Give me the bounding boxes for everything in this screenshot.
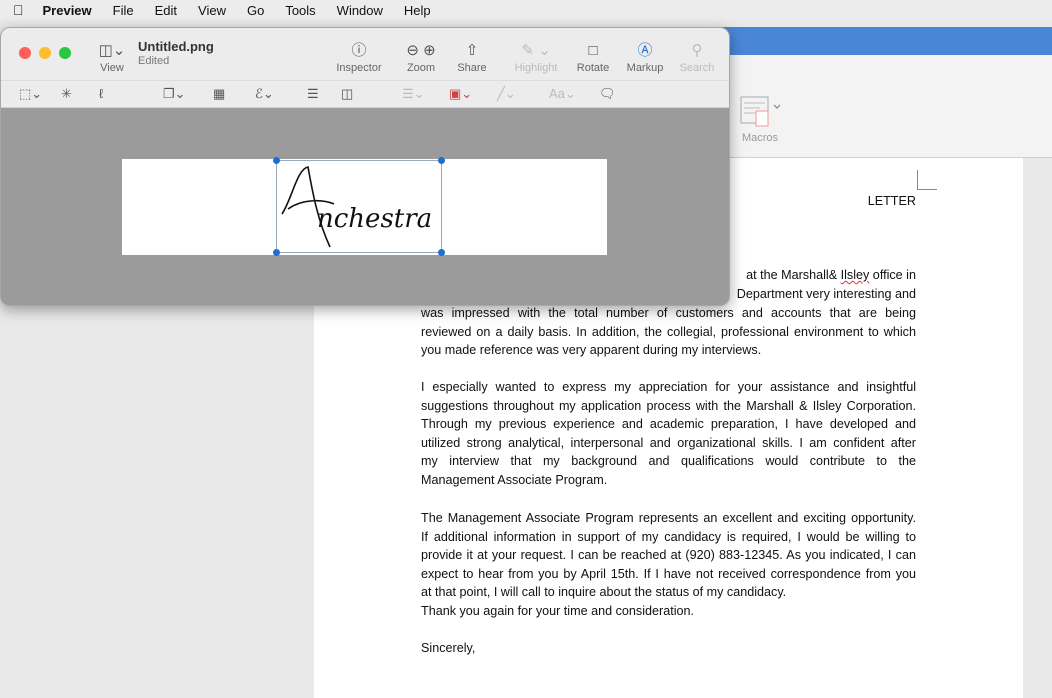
doc-line: Department very interesting and [736, 286, 916, 301]
doc-heading: LETTER [867, 194, 916, 208]
annotate-icon[interactable]: 🗨 [599, 86, 616, 102]
markup-label: Markup [626, 62, 664, 74]
document-status: Edited [138, 55, 170, 67]
menu-bar:  Preview File Edit View Go Tools Window… [0, 0, 1052, 20]
doc-line: at the Marshall& Ilsley office in [746, 268, 916, 282]
margin-corner-mark [917, 170, 937, 190]
doc-line: Management Associate Program. [421, 472, 608, 487]
sketch-icon[interactable]: ℓ [99, 86, 103, 101]
menu-tools[interactable]: Tools [285, 3, 315, 18]
doc-line: provide it at your request. I can be rea… [421, 548, 916, 562]
text-style-icon[interactable]: Aa⌄ [549, 86, 576, 102]
doc-line: my interview that my background and qual… [421, 454, 916, 468]
paragraph-2: I especially wanted to express my apprec… [421, 378, 916, 489]
doc-line: I especially wanted to express my apprec… [421, 380, 916, 394]
doc-line: Through my previous experience and acade… [421, 417, 916, 431]
instant-alpha-icon[interactable]: ✳ [61, 86, 72, 102]
info-icon: ⓘ [351, 42, 367, 59]
inspector-label: Inspector [336, 62, 382, 74]
doc-line: The Management Associate Program represe… [421, 511, 916, 525]
markup-toolbar: ⬚⌄ ✳ ℓ ❐⌄ ▦ ℰ⌄ ☰ ◫ ☰⌄ ▣⌄ ╱⌄ Aa⌄ 🗨 [1, 80, 729, 108]
closing: Sincerely, [421, 641, 476, 655]
markup-button[interactable]: Ⓐ Markup [623, 40, 667, 74]
resize-handle[interactable] [273, 157, 280, 164]
menu-help[interactable]: Help [404, 3, 431, 18]
border-color-icon[interactable]: ▣⌄ [449, 86, 472, 102]
highlight-label: Highlight [514, 62, 558, 74]
doc-line: If additional information in support of … [421, 529, 916, 544]
fullscreen-button[interactable] [59, 47, 71, 59]
fill-color-icon[interactable]: ╱⌄ [497, 86, 516, 102]
highlight-button[interactable]: ✎ ⌄ Highlight [510, 40, 562, 74]
rotate-icon: □ [588, 42, 598, 59]
view-button[interactable]: ◫⌄ View [95, 40, 129, 74]
macros-button[interactable]: Macros [740, 95, 781, 144]
share-button[interactable]: ⇧ Share [454, 40, 490, 74]
markup-icon: Ⓐ [637, 42, 653, 59]
rotate-button[interactable]: □ Rotate [575, 40, 611, 74]
highlight-icon: ✎ ⌄ [521, 42, 551, 59]
search-icon: ⚲ [691, 42, 703, 59]
paragraph-3: The Management Associate Program represe… [421, 509, 916, 620]
word-ribbon: Macros [720, 55, 1052, 158]
resize-handle[interactable] [438, 249, 445, 256]
resize-handle[interactable] [273, 249, 280, 256]
inspector-button[interactable]: ⓘ Inspector [333, 40, 385, 74]
macros-icon [740, 96, 781, 127]
menu-edit[interactable]: Edit [155, 3, 177, 18]
share-icon: ⇧ [465, 42, 479, 59]
preview-toolbar: ◫⌄ View Untitled.png Edited ⓘ Inspector ⊖ … [1, 28, 729, 108]
apple-menu-icon[interactable]:  [13, 2, 24, 18]
doc-line: reviewed on a daily basis. In addition, … [421, 324, 916, 339]
sign-icon[interactable]: ℰ⌄ [255, 86, 274, 102]
resize-handle[interactable] [438, 157, 445, 164]
view-label: View [100, 62, 124, 74]
zoom-icons: ⊖ ⊕ [406, 42, 436, 59]
page-layout-icon[interactable]: ◫ [341, 86, 353, 102]
rotate-label: Rotate [576, 62, 610, 74]
menu-go[interactable]: Go [247, 3, 264, 18]
doc-line: was impressed with the total number of c… [421, 306, 916, 320]
close-button[interactable] [19, 47, 31, 59]
menu-view[interactable]: View [198, 3, 226, 18]
selection-tool-icon[interactable]: ⬚⌄ [19, 86, 42, 102]
doc-line: suggestions throughout my application pr… [421, 398, 916, 413]
minimize-button[interactable] [39, 47, 51, 59]
shapes-icon[interactable]: ❐⌄ [163, 86, 186, 102]
menu-window[interactable]: Window [337, 3, 383, 18]
doc-line: you made reference was very apparent dur… [421, 343, 762, 357]
doc-line: expect to hear from you by April 15th. I… [421, 566, 916, 581]
menu-app[interactable]: Preview [43, 3, 92, 18]
doc-line: utilized strong analytical, interpersona… [421, 435, 916, 450]
sidebar-icon: ◫⌄ [98, 42, 126, 59]
preview-window: ◫⌄ View Untitled.png Edited ⓘ Inspector ⊖ … [0, 27, 730, 306]
zoom-label: Zoom [406, 62, 436, 74]
text-box-icon[interactable]: ▦ [213, 86, 225, 102]
document-title[interactable]: Untitled.png [138, 39, 214, 54]
adjust-color-icon[interactable]: ☰ [307, 86, 319, 102]
doc-line: Thank you again for your time and consid… [421, 603, 695, 618]
paragraph-1: was impressed with the total number of c… [421, 304, 916, 360]
shape-style-icon[interactable]: ☰⌄ [402, 86, 425, 102]
share-label: Share [457, 62, 487, 74]
doc-line: at that point, I will call to inquire ab… [421, 585, 787, 599]
zoom-button[interactable]: ⊖ ⊕ Zoom [397, 40, 445, 74]
search-button[interactable]: ⚲ Search [677, 40, 717, 74]
menu-file[interactable]: File [113, 3, 134, 18]
search-label: Search [679, 62, 715, 74]
word-title-bar [720, 27, 1052, 55]
selection-box[interactable] [276, 160, 442, 253]
macros-label: Macros [741, 132, 779, 144]
